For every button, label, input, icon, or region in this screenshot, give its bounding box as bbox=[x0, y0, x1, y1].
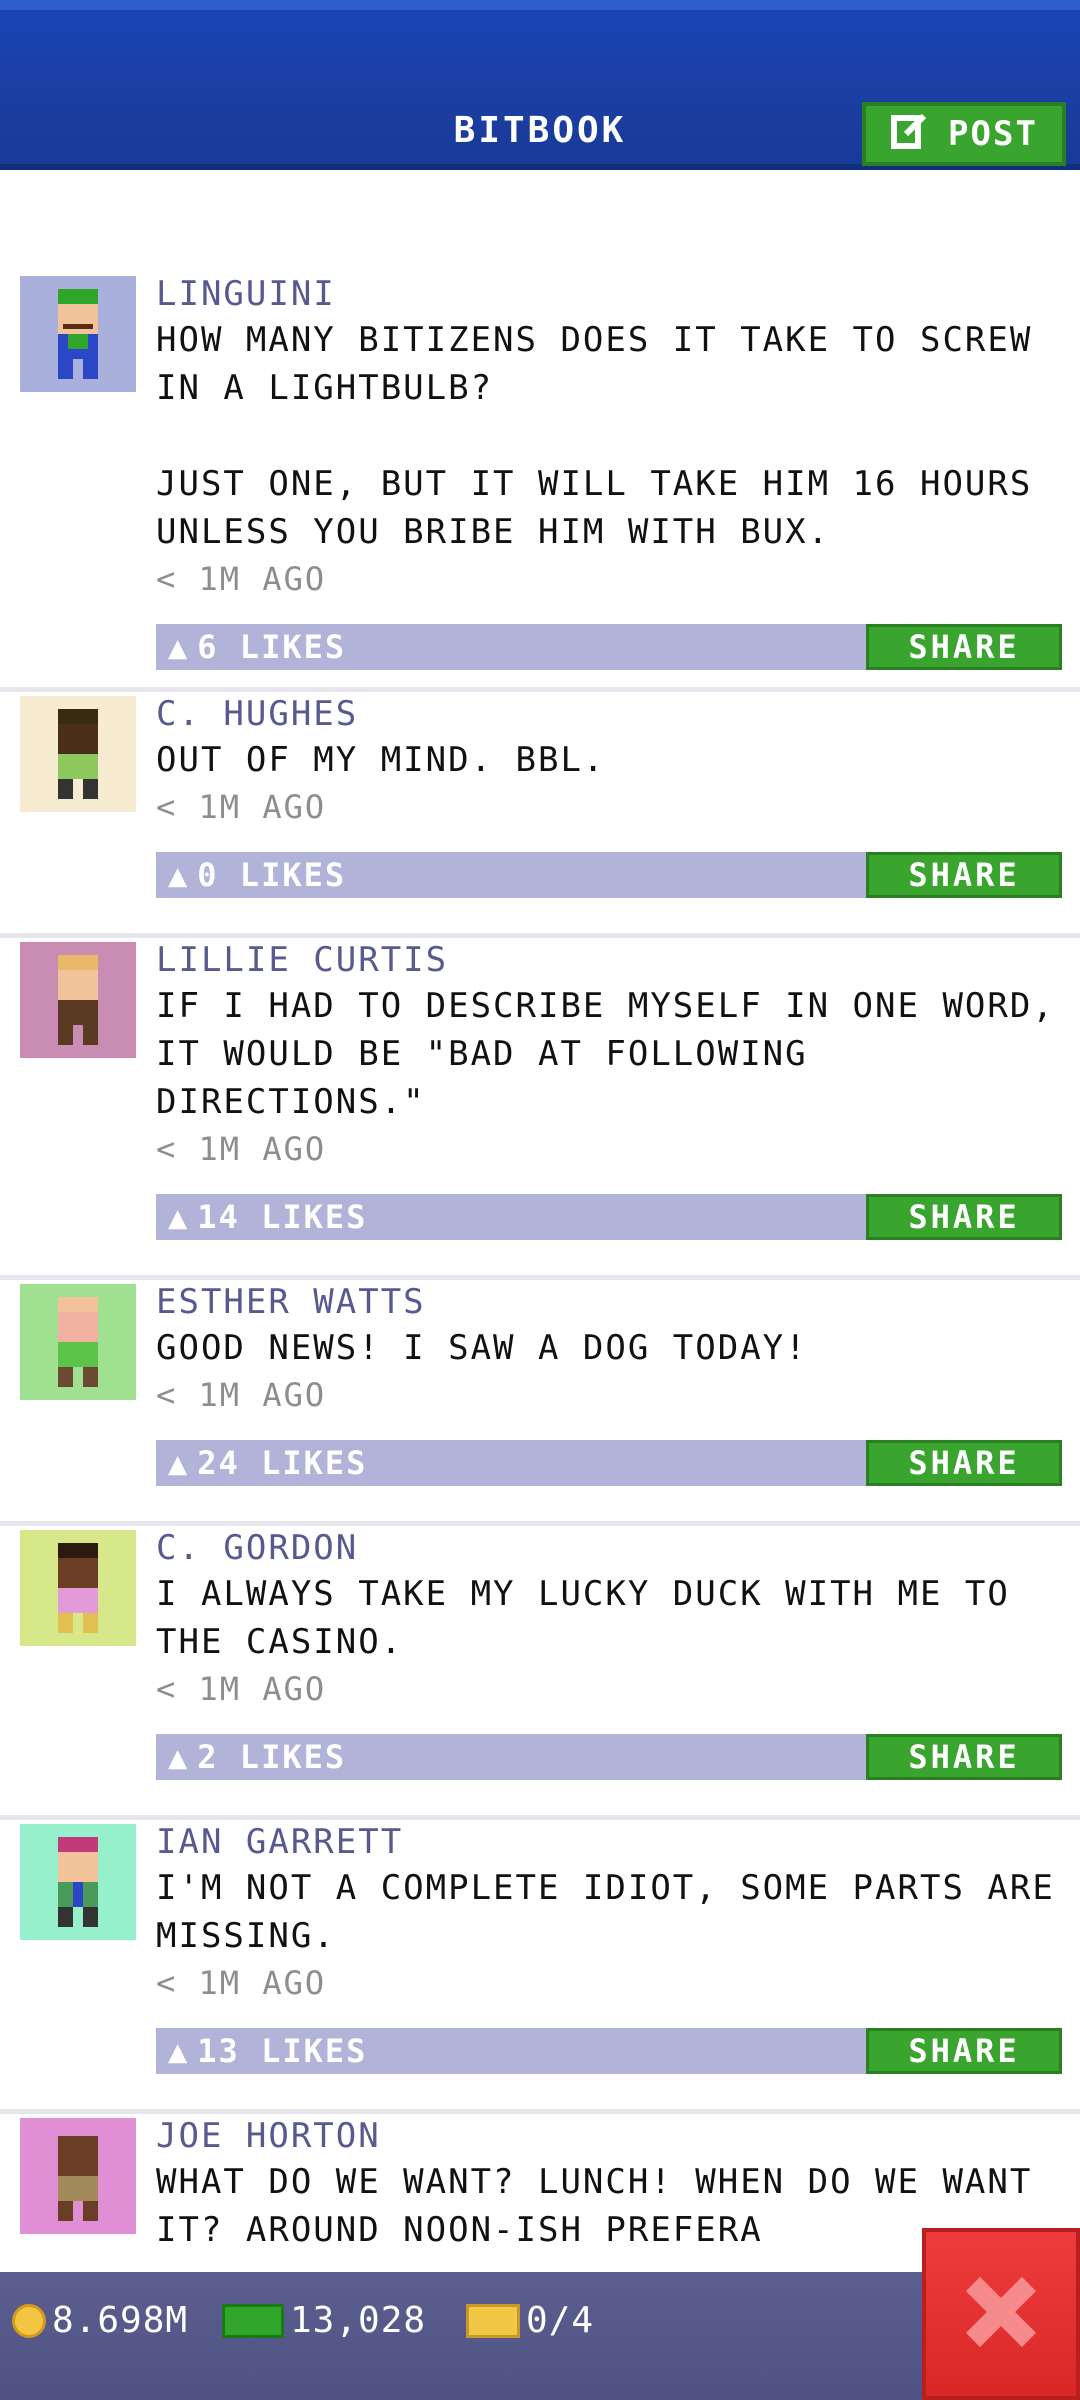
post-time: < 1M AGO bbox=[156, 788, 327, 826]
post-time: < 1M AGO bbox=[156, 1670, 327, 1708]
post-item: C. GORDON I ALWAYS TAKE MY LUCKY DUCK WI… bbox=[0, 1526, 1080, 1820]
post-author[interactable]: C. HUGHES bbox=[156, 692, 1066, 736]
likes-count: 24 LIKES bbox=[197, 1444, 368, 1482]
post-time: < 1M AGO bbox=[156, 1130, 327, 1168]
like-icon: ▲ bbox=[168, 1738, 190, 1776]
ticket-icon bbox=[466, 2303, 520, 2338]
share-button[interactable]: SHARE bbox=[866, 1440, 1062, 1486]
bux-stat: 13,028 bbox=[222, 2300, 426, 2341]
avatar[interactable] bbox=[20, 276, 136, 392]
likes-bar[interactable]: ▲ 14 LIKES SHARE bbox=[156, 1194, 1062, 1240]
post-author[interactable]: C. GORDON bbox=[156, 1526, 1066, 1570]
like-icon: ▲ bbox=[168, 1444, 190, 1482]
bux-value: 13,028 bbox=[290, 2300, 427, 2341]
share-button[interactable]: SHARE bbox=[866, 1734, 1062, 1780]
post-author[interactable]: ESTHER WATTS bbox=[156, 1280, 1066, 1324]
post-text: I'M NOT A COMPLETE IDIOT, SOME PARTS ARE… bbox=[156, 1868, 1078, 1956]
post-item: IAN GARRETT I'M NOT A COMPLETE IDIOT, SO… bbox=[0, 1820, 1080, 2114]
likes-count: 13 LIKES bbox=[197, 2032, 368, 2070]
post-text: HOW MANY BITIZENS DOES IT TAKE TO SCREW … bbox=[156, 320, 1033, 552]
likes-bar[interactable]: ▲ 6 LIKES SHARE bbox=[156, 624, 1062, 670]
post-time: < 1M AGO bbox=[156, 1964, 327, 2002]
likes-bar[interactable]: ▲ 0 LIKES SHARE bbox=[156, 852, 1062, 898]
post-button[interactable]: POST bbox=[862, 102, 1066, 166]
post-text: IF I HAD TO DESCRIBE MYSELF IN ONE WORD,… bbox=[156, 986, 1078, 1122]
tickets-stat: 0/4 bbox=[466, 2300, 594, 2341]
coins-value: 8.698M bbox=[52, 2300, 189, 2341]
bux-icon bbox=[222, 2303, 284, 2338]
post-author[interactable]: LILLIE CURTIS bbox=[156, 938, 1066, 982]
post-item: LINGUINI HOW MANY BITIZENS DOES IT TAKE … bbox=[0, 272, 1080, 692]
post-author[interactable]: LINGUINI bbox=[156, 272, 1066, 316]
close-button[interactable] bbox=[922, 2228, 1080, 2400]
post-text: GOOD NEWS! I SAW A DOG TODAY! bbox=[156, 1328, 808, 1368]
avatar[interactable] bbox=[20, 1530, 136, 1646]
tickets-value: 0/4 bbox=[526, 2300, 595, 2341]
likes-count: 2 LIKES bbox=[197, 1738, 347, 1776]
avatar[interactable] bbox=[20, 1824, 136, 1940]
post-time: < 1M AGO bbox=[156, 1376, 327, 1414]
post-item: LILLIE CURTIS IF I HAD TO DESCRIBE MYSEL… bbox=[0, 938, 1080, 1280]
like-icon: ▲ bbox=[168, 2032, 190, 2070]
share-button[interactable]: SHARE bbox=[866, 852, 1062, 898]
share-button[interactable]: SHARE bbox=[866, 624, 1062, 670]
like-icon: ▲ bbox=[168, 1198, 190, 1236]
top-bar: BITBOOK POST bbox=[0, 0, 1080, 170]
close-icon bbox=[961, 2272, 1041, 2356]
post-author[interactable]: IAN GARRETT bbox=[156, 1820, 1066, 1864]
avatar[interactable] bbox=[20, 696, 136, 812]
post-text: OUT OF MY MIND. BBL. bbox=[156, 740, 606, 780]
likes-bar[interactable]: ▲ 13 LIKES SHARE bbox=[156, 2028, 1062, 2074]
post-author[interactable]: JOE HORTON bbox=[156, 2114, 1066, 2158]
like-icon: ▲ bbox=[168, 856, 190, 894]
avatar[interactable] bbox=[20, 942, 136, 1058]
status-bar: 8.698M 13,028 0/4 bbox=[0, 2272, 1080, 2400]
likes-bar[interactable]: ▲ 2 LIKES SHARE bbox=[156, 1734, 1062, 1780]
edit-icon bbox=[890, 110, 930, 159]
post-item: C. HUGHES OUT OF MY MIND. BBL. < 1M AGO … bbox=[0, 692, 1080, 938]
likes-count: 0 LIKES bbox=[197, 856, 347, 894]
coin-icon bbox=[12, 2303, 46, 2338]
avatar[interactable] bbox=[20, 2118, 136, 2234]
post-time: < 1M AGO bbox=[156, 560, 327, 598]
share-button[interactable]: SHARE bbox=[866, 2028, 1062, 2074]
likes-count: 6 LIKES bbox=[197, 628, 347, 666]
likes-bar[interactable]: ▲ 24 LIKES SHARE bbox=[156, 1440, 1062, 1486]
share-button[interactable]: SHARE bbox=[866, 1194, 1062, 1240]
post-button-label: POST bbox=[948, 114, 1038, 154]
coins-stat: 8.698M bbox=[12, 2300, 188, 2341]
post-item: ESTHER WATTS GOOD NEWS! I SAW A DOG TODA… bbox=[0, 1280, 1080, 1526]
post-text: I ALWAYS TAKE MY LUCKY DUCK WITH ME TO T… bbox=[156, 1574, 1033, 1662]
feed-list: LINGUINI HOW MANY BITIZENS DOES IT TAKE … bbox=[0, 272, 1080, 2314]
like-icon: ▲ bbox=[168, 628, 190, 666]
avatar[interactable] bbox=[20, 1284, 136, 1400]
likes-count: 14 LIKES bbox=[197, 1198, 368, 1236]
